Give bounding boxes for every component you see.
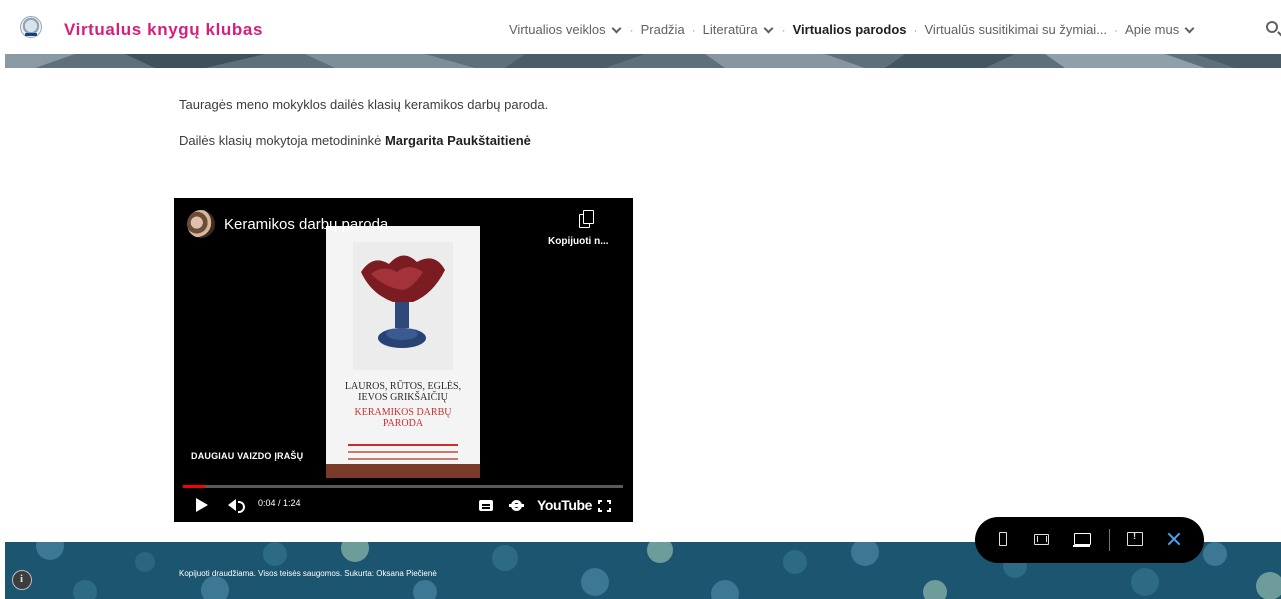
nav-separator: · — [1114, 22, 1119, 37]
chevron-down-icon[interactable] — [611, 23, 622, 33]
nav-separator: · — [913, 22, 918, 37]
video-poster-frame: LAUROS, RŪTOS, EGLĖS, IEVOS GRIKŠAIČIŲ K… — [326, 226, 480, 478]
channel-avatar[interactable] — [187, 210, 215, 238]
header-banner-image — [5, 54, 1281, 68]
nav-separator: · — [691, 22, 696, 37]
site-logo[interactable] — [20, 16, 42, 38]
feedback-icon[interactable] — [1127, 531, 1143, 546]
fullscreen-icon[interactable] — [598, 500, 611, 512]
site-title[interactable]: Virtualus knygų klubas — [64, 20, 263, 40]
video-title[interactable]: Keramikos darbų paroda — [224, 216, 388, 233]
search-icon[interactable] — [1266, 21, 1278, 33]
nav-item-label: Literatūra — [702, 22, 758, 37]
subtitles-icon[interactable] — [479, 500, 493, 511]
video-progress-fill — [183, 485, 205, 488]
video-time: 0:04 / 1:24 — [258, 498, 301, 508]
close-icon[interactable] — [1165, 530, 1183, 548]
poster-base — [326, 464, 480, 478]
copy-link-label[interactable]: Kopijuoti n... — [548, 236, 609, 247]
teacher-credit: Dailės klasių mokytoja metodininkė Marga… — [179, 133, 531, 148]
nav-item-label: Virtualios veiklos — [509, 22, 606, 37]
settings-gear-icon[interactable] — [509, 500, 524, 511]
youtube-logo[interactable]: YouTube — [537, 497, 592, 513]
nav-item-virtualios-veiklos[interactable]: Virtualios veiklos — [509, 22, 623, 37]
nav-item-literatura[interactable]: Literatūra — [703, 22, 775, 37]
nav-item-label: Virtualios parodos — [792, 22, 907, 37]
nav-item-label: Virtualūs susitikimai su žymiai... — [924, 22, 1108, 37]
teacher-credit-prefix: Dailės klasių mokytoja metodininkė — [179, 133, 382, 148]
nav-separator: · — [781, 22, 786, 37]
video-progress-bar[interactable] — [183, 485, 623, 488]
poster-heading: LAUROS, RŪTOS, EGLĖS, IEVOS GRIKŠAIČIŲ — [344, 381, 462, 403]
main-nav: Virtualios veiklos · Pradžia · Literatūr… — [509, 22, 1196, 37]
footer-copyright: Kopijuoti draudžiama. Visos teisės saugo… — [179, 569, 437, 578]
ceramic-bowl-photo — [353, 242, 453, 370]
more-videos-link[interactable]: DAUGIAU VAIZDO ĮRAŠŲ — [191, 451, 303, 461]
poster-subheading: KERAMIKOS DARBŲ PARODA — [354, 407, 452, 429]
youtube-video-player[interactable]: LAUROS, RŪTOS, EGLĖS, IEVOS GRIKŠAIČIŲ K… — [174, 198, 633, 522]
play-icon[interactable] — [196, 498, 208, 512]
toolbar-divider — [1109, 529, 1110, 551]
info-icon[interactable] — [12, 570, 32, 590]
phone-view-icon[interactable] — [999, 532, 1007, 546]
nav-item-apie-mus[interactable]: Apie mus — [1125, 22, 1196, 37]
laptop-view-icon[interactable] — [1073, 533, 1091, 547]
teacher-name: Margarita Paukštaitienė — [384, 133, 531, 148]
copy-link-icon[interactable] — [579, 210, 594, 228]
nav-item-pradzia[interactable]: Pradžia — [641, 22, 685, 37]
exhibition-description: Tauragės meno mokyklos dailės klasių ker… — [179, 97, 549, 112]
nav-item-virtualus-susitikimai[interactable]: Virtualūs susitikimai su žymiai... — [925, 22, 1108, 37]
chevron-down-icon[interactable] — [763, 23, 774, 33]
tablet-view-icon[interactable] — [1034, 534, 1049, 545]
preview-toolbar — [975, 517, 1204, 563]
site-header: Virtualus knygų klubas Virtualios veiklo… — [0, 0, 1281, 54]
chevron-down-icon[interactable] — [1184, 23, 1195, 33]
volume-icon[interactable] — [228, 499, 245, 513]
nav-separator: · — [629, 22, 634, 37]
nav-item-label: Apie mus — [1125, 22, 1180, 37]
nav-item-label: Pradžia — [640, 22, 685, 37]
nav-item-virtualios-parodos[interactable]: Virtualios parodos — [793, 22, 907, 37]
